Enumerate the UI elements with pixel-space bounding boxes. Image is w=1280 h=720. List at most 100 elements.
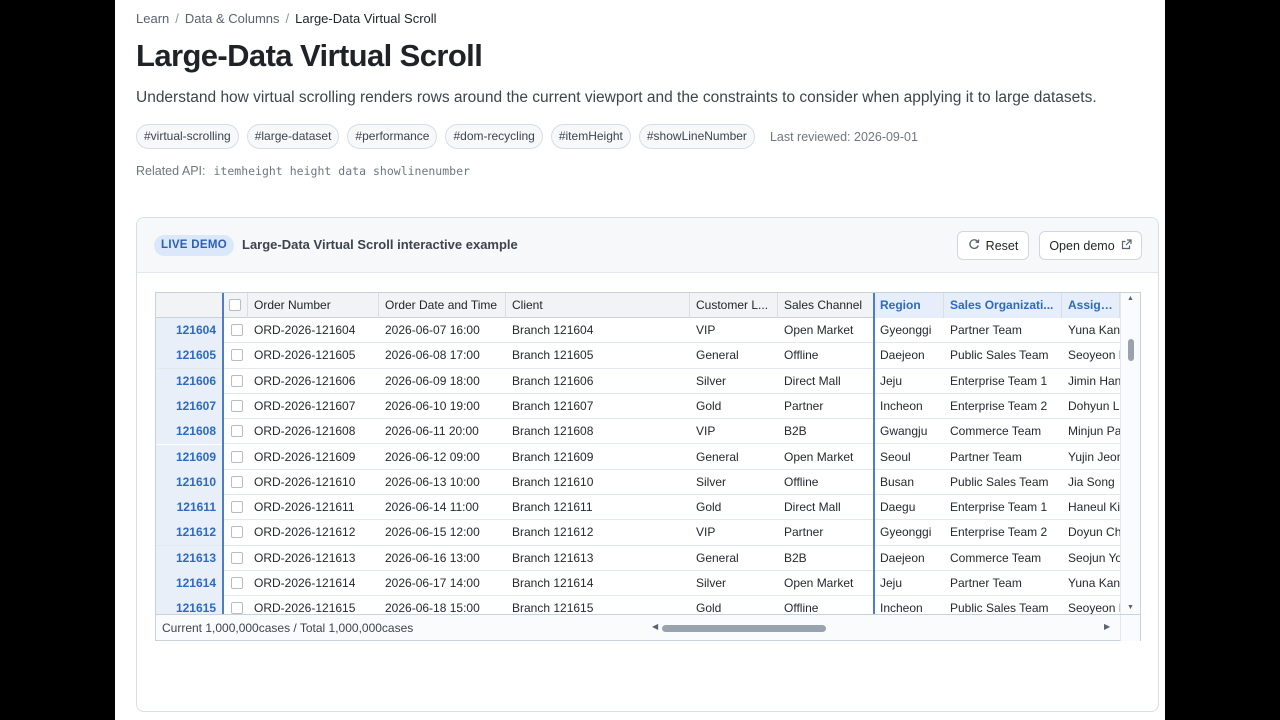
cell-region: Daegu — [880, 500, 916, 515]
page-title: Large-Data Virtual Scroll — [136, 38, 483, 73]
table-row[interactable]: 121614 ORD-2026-121614 2026-06-17 14:00 Bra… — [156, 571, 1120, 597]
scroll-up-icon[interactable]: ▲ — [1127, 295, 1134, 302]
row-number: 121611 — [156, 495, 222, 521]
tag-virtual-scrolling[interactable]: #virtual-scrolling — [136, 124, 239, 149]
row-checkbox[interactable] — [231, 450, 243, 463]
table-row[interactable]: 121605 ORD-2026-121605 2026-06-08 17:00 Bra… — [156, 343, 1120, 369]
row-number: 121613 — [156, 545, 222, 571]
demo-title: Large-Data Virtual Scroll interactive ex… — [242, 237, 518, 252]
header-region[interactable]: Region — [874, 293, 944, 318]
table-row[interactable]: 121613 ORD-2026-121613 2026-06-16 13:00 Bra… — [156, 545, 1120, 571]
cell-region: Jeju — [880, 373, 903, 388]
row-checkbox[interactable] — [231, 374, 243, 387]
cell-region: Incheon — [880, 398, 923, 413]
table-row[interactable]: 121612 ORD-2026-121612 2026-06-15 12:00 Bra… — [156, 520, 1120, 546]
vertical-scrollbar[interactable]: ▲ ▼ — [1120, 293, 1140, 614]
cell-client: Branch 121612 — [512, 525, 594, 540]
table-row[interactable]: 121607 ORD-2026-121607 2026-06-10 19:00 Bra… — [156, 393, 1120, 420]
table-row[interactable]: 121615 ORD-2026-121615 2026-06-18 15:00 Bra… — [156, 596, 1120, 614]
cell-client: Branch 121607 — [512, 398, 594, 413]
horizontal-scroll-thumb[interactable] — [662, 625, 826, 632]
header-sales-organization[interactable]: Sales Organizati... — [944, 293, 1062, 318]
cell-customer-level: General — [696, 550, 739, 565]
cell-customer-level: Silver — [696, 474, 727, 489]
row-number: 121610 — [156, 469, 222, 495]
row-checkbox[interactable] — [231, 602, 243, 614]
cell-order-date: 2026-06-10 19:00 — [385, 398, 480, 413]
cell-sales-channel: B2B — [784, 550, 807, 565]
table-row[interactable]: 121611 ORD-2026-121611 2026-06-14 11:00 Bra… — [156, 495, 1120, 521]
reset-label: Reset — [985, 238, 1019, 253]
row-checkbox[interactable] — [231, 501, 243, 514]
row-checkbox[interactable] — [231, 324, 243, 336]
table-row[interactable]: 121606 ORD-2026-121606 2026-06-09 18:00 Bra… — [156, 368, 1120, 394]
vertical-scroll-thumb[interactable] — [1128, 339, 1134, 361]
cell-assignee: Haneul Kim — [1068, 500, 1120, 515]
cell-customer-level: VIP — [696, 525, 716, 540]
table-row[interactable]: 121610 ORD-2026-121610 2026-06-13 10:00 Bra… — [156, 469, 1120, 496]
page-description: Understand how virtual scrolling renders… — [136, 89, 1097, 106]
row-checkbox[interactable] — [231, 399, 243, 412]
horizontal-scrollbar[interactable]: ◀ ▶ — [650, 622, 1114, 634]
row-number: 121615 — [156, 596, 222, 614]
breadcrumb-learn[interactable]: Learn — [136, 11, 169, 26]
cell-sales-channel: Open Market — [784, 576, 854, 590]
scroll-right-icon[interactable]: ▶ — [1104, 622, 1110, 631]
row-checkbox[interactable] — [231, 475, 243, 488]
header-order-date[interactable]: Order Date and Time — [379, 293, 506, 318]
row-checkbox[interactable] — [231, 551, 243, 564]
cell-region: Gyeonggi — [880, 525, 932, 540]
cell-order-number: ORD-2026-121610 — [254, 474, 356, 489]
table-row[interactable]: 121604 ORD-2026-121604 2026-06-07 16:00 Bra… — [156, 318, 1120, 344]
row-number: 121612 — [156, 520, 222, 546]
open-demo-button[interactable]: Open demo — [1039, 231, 1142, 260]
api-showlinenumber[interactable]: showlinenumber — [373, 164, 470, 178]
cell-order-number: ORD-2026-121612 — [254, 525, 356, 540]
row-checkbox[interactable] — [231, 526, 243, 539]
cell-order-date: 2026-06-15 12:00 — [385, 525, 480, 540]
api-data[interactable]: data — [338, 164, 366, 178]
row-checkbox[interactable] — [231, 577, 243, 589]
row-count: Current 1,000,000cases / Total 1,000,000… — [162, 621, 414, 635]
tag-large-dataset[interactable]: #large-dataset — [246, 124, 340, 149]
data-grid: Order Number Order Date and Time Client … — [155, 292, 1141, 641]
header-sales-channel[interactable]: Sales Channel — [778, 293, 874, 318]
cell-sales-organization: Enterprise Team 2 — [950, 398, 1048, 413]
cell-order-number: ORD-2026-121609 — [254, 449, 356, 464]
grid-body[interactable]: 121604 ORD-2026-121604 2026-06-07 16:00 Bra… — [156, 318, 1120, 614]
tag-list: #virtual-scrolling #large-dataset #perfo… — [136, 124, 918, 149]
tag-performance[interactable]: #performance — [347, 124, 438, 149]
table-row[interactable]: 121608 ORD-2026-121608 2026-06-11 20:00 Bra… — [156, 419, 1120, 445]
api-height[interactable]: height — [290, 164, 332, 178]
header-customer-level[interactable]: Customer L... — [690, 293, 778, 318]
reset-button[interactable]: Reset — [957, 231, 1029, 260]
header-client[interactable]: Client — [506, 293, 690, 318]
header-assignee[interactable]: Assignee — [1062, 293, 1120, 318]
header-order-number[interactable]: Order Number — [248, 293, 379, 318]
breadcrumb-data-columns[interactable]: Data & Columns — [185, 11, 280, 26]
cell-client: Branch 121610 — [512, 474, 594, 489]
cell-order-date: 2026-06-08 17:00 — [385, 348, 480, 363]
cell-client: Branch 121614 — [512, 576, 594, 590]
breadcrumb-current: Large-Data Virtual Scroll — [295, 11, 437, 26]
scroll-left-icon[interactable]: ◀ — [652, 622, 658, 631]
select-all-checkbox[interactable] — [229, 299, 241, 311]
tag-showlinenumber[interactable]: #showLineNumber — [638, 124, 755, 149]
cell-client: Branch 121615 — [512, 601, 594, 614]
row-checkbox[interactable] — [231, 425, 243, 438]
related-api-label: Related API: — [136, 164, 206, 178]
cell-sales-channel: Open Market — [784, 323, 854, 337]
row-number: 121607 — [156, 393, 222, 419]
cell-assignee: Yuna Kang — [1068, 576, 1120, 590]
breadcrumb-separator: / — [285, 11, 290, 26]
cell-order-number: ORD-2026-121605 — [254, 348, 356, 363]
tag-itemheight[interactable]: #itemHeight — [550, 124, 631, 149]
tag-dom-recycling[interactable]: #dom-recycling — [445, 124, 543, 149]
cell-sales-channel: Direct Mall — [784, 500, 841, 515]
row-checkbox[interactable] — [231, 349, 243, 362]
external-link-icon — [1121, 238, 1132, 253]
row-number: 121606 — [156, 368, 222, 394]
api-itemheight[interactable]: itemheight — [214, 164, 283, 178]
table-row[interactable]: 121609 ORD-2026-121609 2026-06-12 09:00 Bra… — [156, 444, 1120, 470]
scroll-down-icon[interactable]: ▼ — [1127, 604, 1134, 611]
